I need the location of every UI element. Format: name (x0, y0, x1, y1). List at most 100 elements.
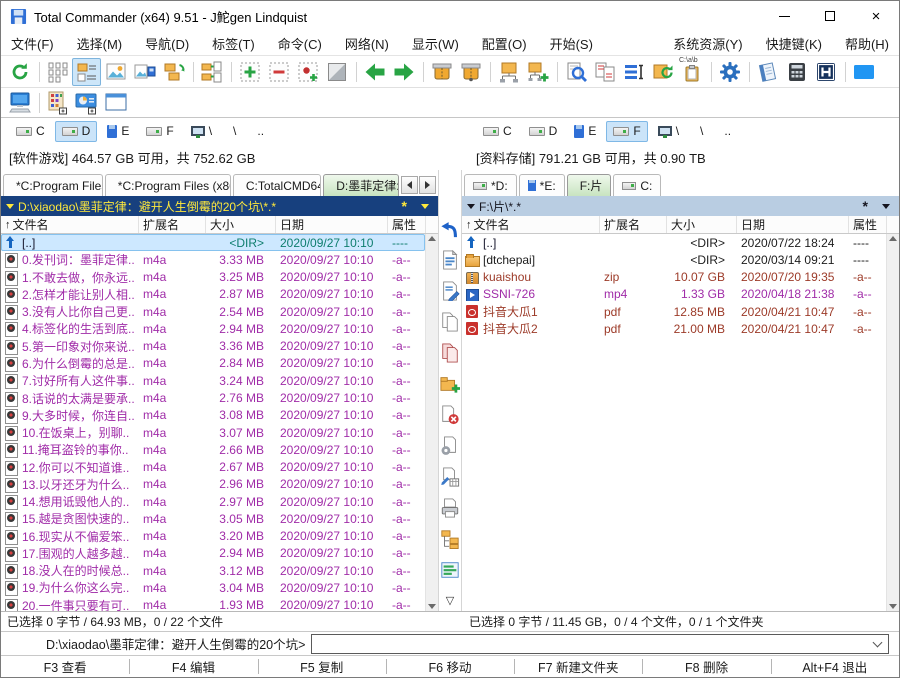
print-file-button[interactable] (439, 497, 461, 521)
file-properties-button[interactable] (439, 435, 461, 459)
menu-item[interactable]: 配置(O) (482, 34, 527, 53)
path-dropdown-button[interactable] (421, 204, 429, 209)
unpack-files-button[interactable] (456, 58, 485, 86)
column-header-attr[interactable]: 属性 (388, 216, 425, 233)
panel-menu-dropdown-button[interactable]: ▽ (442, 595, 458, 607)
file-row[interactable]: 抖音大瓜1 pdf 12.85 MB 2020/04/21 10:47 -a-- (462, 303, 886, 320)
file-row[interactable]: [dtchepai] <DIR> 2020/03/14 09:21 ---- (462, 251, 886, 268)
right-network-button[interactable]: \ (651, 121, 686, 142)
branch-view-button[interactable] (197, 58, 226, 86)
right-parent-button[interactable]: .. (713, 121, 738, 142)
map-network-drive-button[interactable] (523, 58, 552, 86)
directory-tree-button[interactable] (439, 528, 461, 552)
left-network-button[interactable]: \ (184, 121, 219, 142)
network-connect-button[interactable] (494, 58, 523, 86)
column-header-size[interactable]: 大小 (206, 216, 276, 233)
menu-item[interactable]: 显示(W) (412, 34, 459, 53)
function-key-button[interactable]: F8 删除 (642, 656, 770, 677)
tree-view-button[interactable] (159, 58, 188, 86)
tab-scroll-right-button[interactable] (419, 176, 436, 194)
scroll-up-icon[interactable] (889, 236, 897, 241)
compare-files-button[interactable] (590, 58, 619, 86)
file-row[interactable]: 12.你可以不知道谁.. m4a 2.67 MB 2020/09/27 10:1… (1, 458, 425, 475)
delete-files-button[interactable] (439, 404, 461, 428)
file-row[interactable]: 7.讨好所有人这件事.. m4a 3.24 MB 2020/09/27 10:1… (1, 372, 425, 389)
close-button[interactable]: × (853, 1, 899, 31)
column-header-date[interactable]: 日期 (737, 216, 849, 233)
new-folder-button[interactable] (439, 373, 461, 397)
column-header-attr[interactable]: 属性 (849, 216, 886, 233)
menu-item[interactable]: 帮助(H) (845, 34, 889, 53)
file-row[interactable]: 9.大多时候，你连自.. m4a 3.08 MB 2020/09/27 10:1… (1, 407, 425, 424)
file-row[interactable]: 0.发刊词：墨菲定律.. m4a 3.33 MB 2020/09/27 10:1… (1, 251, 425, 268)
minimize-button[interactable] (761, 1, 807, 31)
file-row[interactable]: 4.标签化的生活到底.. m4a 2.94 MB 2020/09/27 10:1… (1, 320, 425, 337)
menu-item[interactable]: 命令(C) (278, 34, 322, 53)
menu-item[interactable]: 选择(M) (77, 34, 123, 53)
file-row[interactable]: 14.想用诋毁他人的.. m4a 2.97 MB 2020/09/27 10:1… (1, 493, 425, 510)
file-row[interactable]: kuaishou zip 10.07 GB 2020/07/20 19:35 -… (462, 269, 886, 286)
right-scrollbar[interactable] (886, 234, 899, 611)
menu-item[interactable]: 导航(D) (145, 34, 189, 53)
sync-dirs-button[interactable] (648, 58, 677, 86)
scroll-down-icon[interactable] (889, 604, 897, 609)
menu-item[interactable]: 标签(T) (212, 34, 255, 53)
search-files-button[interactable] (561, 58, 590, 86)
column-header-date[interactable]: 日期 (276, 216, 388, 233)
column-header-name[interactable]: ↑文件名 (462, 216, 600, 233)
file-row[interactable]: 8.话说的太满是要承.. m4a 2.76 MB 2020/09/27 10:1… (1, 389, 425, 406)
path-dropdown-button[interactable] (882, 204, 890, 209)
function-key-button[interactable]: F3 查看 (1, 656, 129, 677)
left-parent-button[interactable]: .. (246, 121, 271, 142)
right-tab-d[interactable]: *D: (464, 174, 517, 196)
show-desktop-button[interactable] (849, 58, 878, 86)
file-row[interactable]: 20.一件事只要有可.. m4a 1.93 MB 2020/09/27 10:1… (1, 597, 425, 611)
file-row[interactable]: 13.以牙还牙为什么.. m4a 2.96 MB 2020/09/27 10:1… (1, 476, 425, 493)
notepad-button[interactable] (753, 58, 782, 86)
left-tab-program-files-x86[interactable]: *C:Program Files (x86) (105, 174, 231, 196)
settings-button[interactable] (715, 58, 744, 86)
right-path-bar[interactable]: F:\片\*.* * (462, 196, 899, 216)
left-tab-totalcmd64[interactable]: C:TotalCMD64 (233, 174, 321, 196)
select-group-button[interactable] (235, 58, 264, 86)
file-row[interactable]: 17.围观的人越多越.. m4a 2.94 MB 2020/09/27 10:1… (1, 545, 425, 562)
selection-tool-button[interactable] (322, 58, 351, 86)
copy-path-button[interactable]: C:\a\b (677, 58, 706, 86)
file-row[interactable]: 3.没有人比你自己更.. m4a 2.54 MB 2020/09/27 10:1… (1, 303, 425, 320)
pack-files-button[interactable] (427, 58, 456, 86)
right-drive-e-button[interactable]: E (567, 121, 603, 142)
file-row[interactable]: [..] <DIR> 2020/09/27 10:10 ---- (1, 234, 425, 251)
menu-item[interactable]: 文件(F) (11, 34, 54, 53)
file-row[interactable]: 2.怎样才能让别人相.. m4a 2.87 MB 2020/09/27 10:1… (1, 286, 425, 303)
back-button[interactable] (360, 58, 389, 86)
calculator-button[interactable] (782, 58, 811, 86)
left-drive-d-button[interactable]: D (55, 121, 98, 142)
multi-rename-button[interactable] (619, 58, 648, 86)
edit-file-button[interactable] (439, 280, 461, 304)
right-drive-f-button[interactable]: F (606, 121, 647, 142)
invert-selection-button[interactable] (293, 58, 322, 86)
column-header-ext[interactable]: 扩展名 (139, 216, 206, 233)
program-groups-button[interactable] (43, 89, 72, 117)
file-row[interactable]: 6.为什么倒霉的总是.. m4a 2.84 MB 2020/09/27 10:1… (1, 355, 425, 372)
right-drive-d-button[interactable]: D (522, 121, 565, 142)
right-tab-e[interactable]: *E: (519, 174, 565, 196)
panel-list-button[interactable] (439, 559, 461, 583)
file-row[interactable]: 11.掩耳盗铃的事你.. m4a 2.66 MB 2020/09/27 10:1… (1, 441, 425, 458)
left-drive-e-button[interactable]: E (100, 121, 136, 142)
column-header-ext[interactable]: 扩展名 (600, 216, 667, 233)
tab-scroll-left-button[interactable] (401, 176, 418, 194)
file-row[interactable]: SSNI-726 mp4 1.33 GB 2020/04/18 21:38 -a… (462, 286, 886, 303)
file-row[interactable]: 抖音大瓜2 pdf 21.00 MB 2020/04/21 10:47 -a-- (462, 320, 886, 337)
file-row[interactable]: 1.不敢去做，你永远.. m4a 3.25 MB 2020/09/27 10:1… (1, 269, 425, 286)
function-key-button[interactable]: Alt+F4 退出 (771, 656, 899, 677)
function-key-button[interactable]: F6 移动 (386, 656, 514, 677)
file-row[interactable]: 5.第一印象对你来说.. m4a 3.36 MB 2020/09/27 10:1… (1, 338, 425, 355)
view-file-button[interactable] (439, 249, 461, 273)
forward-button[interactable] (389, 58, 418, 86)
move-files-button[interactable] (439, 342, 461, 366)
path-history-icon[interactable] (467, 204, 475, 209)
thumbnails-view-button[interactable] (101, 58, 130, 86)
left-root-button[interactable]: \ (222, 121, 243, 142)
right-tab-c[interactable]: C: (613, 174, 661, 196)
